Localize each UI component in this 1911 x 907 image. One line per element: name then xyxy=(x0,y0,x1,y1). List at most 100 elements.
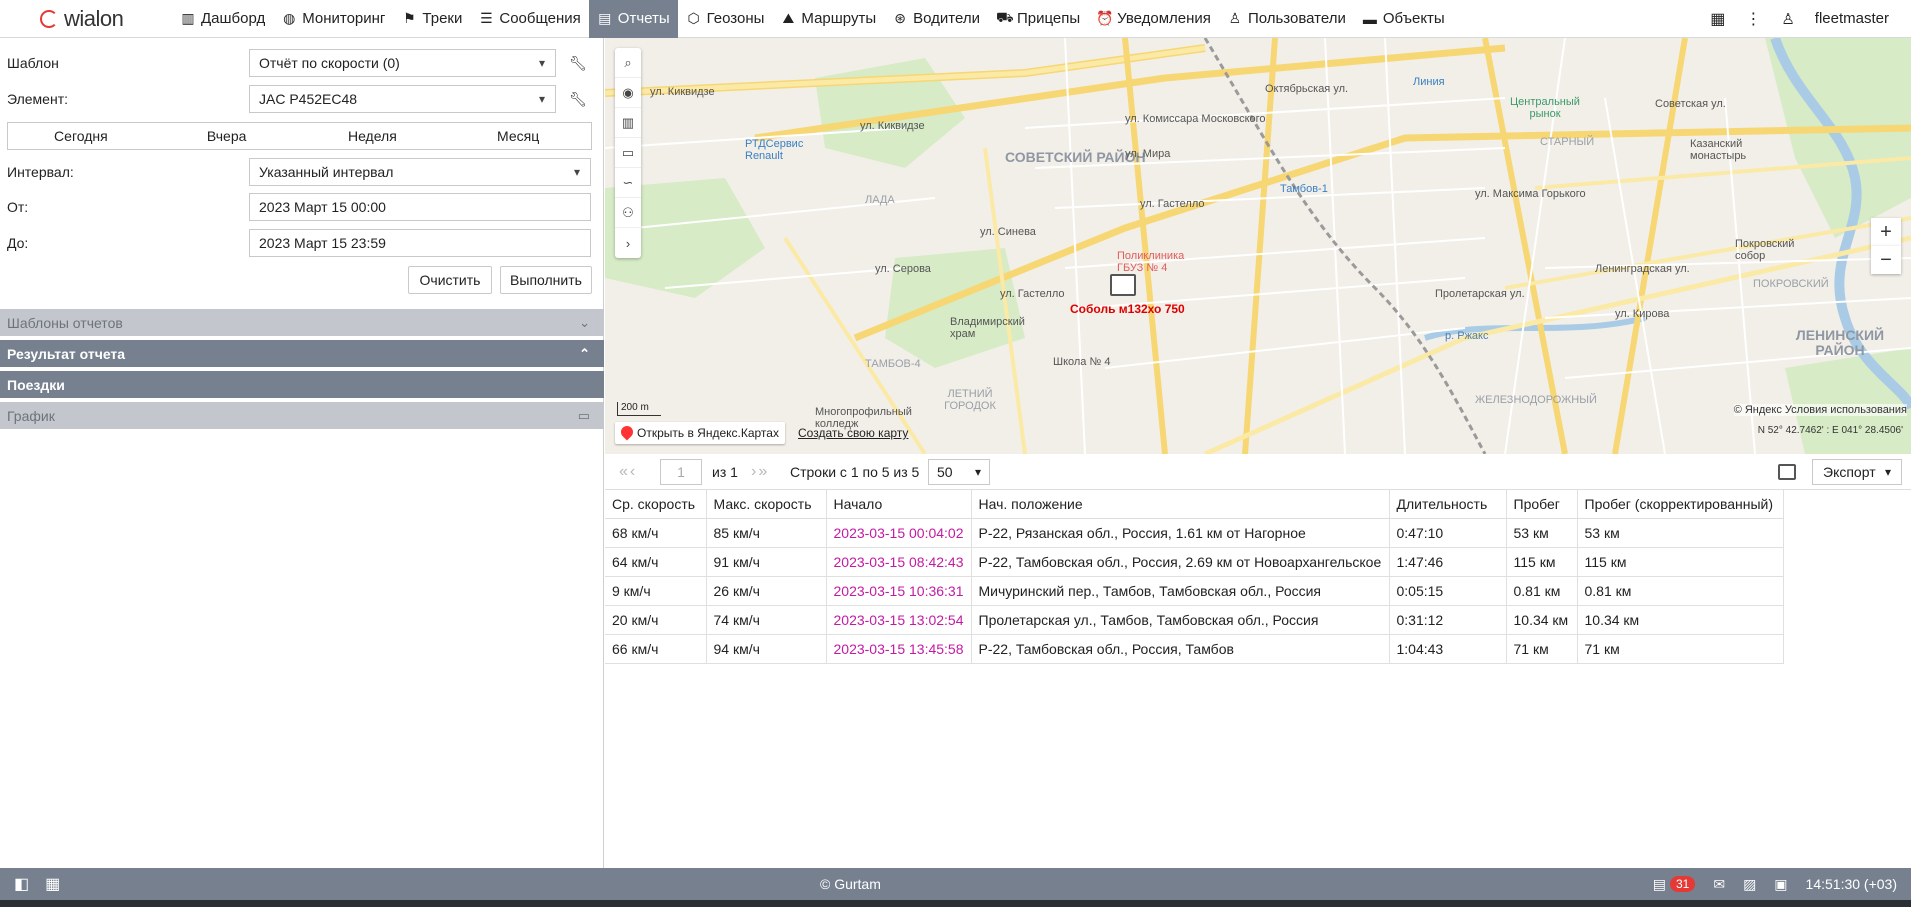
rows-per-page-select[interactable]: 50 ▾ xyxy=(928,458,990,485)
element-wrench-icon[interactable]: 🔧︎ xyxy=(569,91,587,108)
zoom-in-button[interactable]: + xyxy=(1871,218,1901,246)
table-row[interactable]: 64 км/ч 91 км/ч 2023-03-15 08:42:43 Р-22, Т… xyxy=(605,547,1784,577)
grid-layout-icon[interactable]: ▦ xyxy=(45,874,60,894)
trip-start-link[interactable]: 2023-03-15 10:36:31 xyxy=(826,576,972,606)
table-cell: 26 км/ч xyxy=(706,576,827,606)
poi-school[interactable]: Школа № 4 xyxy=(1053,356,1110,368)
messages-icon: ☰ xyxy=(480,10,493,26)
period-button-3[interactable]: Месяц xyxy=(445,123,591,149)
map-search-icon[interactable]: ⌕ xyxy=(615,48,641,78)
to-date-input[interactable]: 2023 Март 15 23:59 xyxy=(249,229,591,257)
id-card-icon[interactable]: ▣ xyxy=(1774,876,1787,893)
period-button-2[interactable]: Неделя xyxy=(300,123,446,149)
chart-section[interactable]: График ▭ xyxy=(0,402,604,429)
image-icon[interactable]: ▨ xyxy=(1743,876,1756,893)
map-visibility-icon[interactable]: ◉ xyxy=(615,78,641,108)
run-button[interactable]: Выполнить xyxy=(500,266,592,294)
poi-station[interactable]: Тамбов-1 xyxy=(1280,183,1328,195)
vehicle-label[interactable]: Соболь м132хо 750 xyxy=(1070,302,1185,316)
username[interactable]: fleetmaster xyxy=(1815,10,1889,27)
map-view[interactable]: СОВЕТСКИЙ РАЙОН ЛЕНИНСКИЙ РАЙОН СТАРНЫЙ … xyxy=(605,38,1911,454)
trips-section[interactable]: Поездки xyxy=(0,371,604,398)
poi-dealer[interactable]: РТДСервис Renault xyxy=(745,138,815,162)
poi-church[interactable]: Владимирский храм xyxy=(950,316,1025,340)
element-row: Элемент: JAC P452EC48 ▾ 🔧︎ xyxy=(0,84,604,114)
interval-value: Указанный интервал xyxy=(259,164,394,180)
template-select[interactable]: Отчёт по скорости (0) ▾ xyxy=(249,49,556,77)
table-cell: Пролетарская ул., Тамбов, Тамбовская обл… xyxy=(971,605,1390,635)
column-header-0[interactable]: Ср. скорость xyxy=(605,490,707,519)
nav-item-1[interactable]: ◍ Мониторинг xyxy=(273,0,393,38)
map-copyright[interactable]: © Яндекс Условия использования xyxy=(1733,404,1907,416)
map-expand-icon[interactable]: › xyxy=(615,228,641,258)
yandex-pin-icon xyxy=(618,423,636,441)
print-icon[interactable] xyxy=(1778,463,1796,480)
nav-item-9[interactable]: ⏰ Уведомления xyxy=(1088,0,1219,38)
interval-select[interactable]: Указанный интервал ▾ xyxy=(249,158,591,186)
poi-polyclinic[interactable]: Поликлиника ГБУЗ № 4 xyxy=(1117,250,1197,274)
trip-start-link[interactable]: 2023-03-15 00:04:02 xyxy=(826,518,972,548)
nav-item-2[interactable]: ⚑ Треки xyxy=(393,0,470,38)
mail-icon[interactable]: ✉ xyxy=(1713,876,1725,893)
user-avatar-icon[interactable]: ♙ xyxy=(1781,10,1794,28)
element-select[interactable]: JAC P452EC48 ▾ xyxy=(249,85,556,113)
period-button-0[interactable]: Сегодня xyxy=(8,123,154,149)
map-layers-icon[interactable]: ▥ xyxy=(615,108,641,138)
vehicle-marker-icon[interactable] xyxy=(1110,274,1136,296)
table-row[interactable]: 20 км/ч 74 км/ч 2023-03-15 13:02:54 Пролета… xyxy=(605,605,1784,635)
nav-item-5[interactable]: ⬡ Геозоны xyxy=(678,0,773,38)
column-header-5[interactable]: Пробег xyxy=(1506,490,1578,519)
clear-button[interactable]: Очистить xyxy=(408,266,492,294)
chevron-down-icon: ▾ xyxy=(538,56,545,70)
column-header-3[interactable]: Нач. положение xyxy=(971,490,1390,519)
from-date-input[interactable]: 2023 Март 15 00:00 xyxy=(249,193,591,221)
page-number-input[interactable]: 1 xyxy=(660,458,702,485)
chart-panel-icon[interactable]: ▭ xyxy=(578,408,590,424)
pager-prev-icon[interactable]: «‹ xyxy=(619,463,637,481)
wialon-logo[interactable]: wialon xyxy=(0,0,172,38)
panel-layout-icon[interactable]: ◧ xyxy=(14,874,29,894)
nav-item-0[interactable]: ▥ Дашборд xyxy=(172,0,273,38)
more-menu-icon[interactable]: ⋮ xyxy=(1745,9,1761,29)
to-label: До: xyxy=(7,235,29,251)
report-templates-section[interactable]: Шаблоны отчетов ⌄ xyxy=(0,309,604,336)
column-header-2[interactable]: Начало xyxy=(826,490,972,519)
poi-store[interactable]: Линия xyxy=(1413,76,1445,88)
template-wrench-icon[interactable]: 🔧︎ xyxy=(569,55,587,72)
map-measure-icon[interactable]: ⚇ xyxy=(615,198,641,228)
table-row[interactable]: 68 км/ч 85 км/ч 2023-03-15 00:04:02 Р-22, Р… xyxy=(605,518,1784,548)
poi-market[interactable]: Центральный рынок xyxy=(1505,96,1585,120)
nav-item-4[interactable]: ▤ Отчеты xyxy=(588,0,678,38)
period-button-1[interactable]: Вчера xyxy=(154,123,300,149)
poi-cathedral[interactable]: Покровский собор xyxy=(1735,238,1795,262)
export-button[interactable]: Экспорт ▾ xyxy=(1812,458,1902,485)
column-header-1[interactable]: Макс. скорость xyxy=(706,490,827,519)
apps-grid-icon[interactable]: ▦ xyxy=(1710,9,1725,29)
notifications-badge[interactable]: 31 xyxy=(1669,876,1696,892)
pager-next-icon[interactable]: ›» xyxy=(751,463,769,481)
map-route-icon[interactable]: ∽ xyxy=(615,168,641,198)
trip-start-link[interactable]: 2023-03-15 13:45:58 xyxy=(826,634,972,664)
nav-item-8[interactable]: ⛟ Прицепы xyxy=(988,0,1088,38)
poi-monastery[interactable]: Казанский монастырь xyxy=(1690,138,1765,162)
bus-icon: ▬ xyxy=(1362,10,1377,27)
create-map-link[interactable]: Создать свою карту xyxy=(798,426,908,440)
map-label: Ленинградская ул. xyxy=(1595,263,1690,275)
notifications-icon[interactable]: ▤ xyxy=(1653,876,1666,893)
nav-item-3[interactable]: ☰ Сообщения xyxy=(470,0,588,38)
report-result-section[interactable]: Результат отчета ⌃ xyxy=(0,340,604,367)
nav-item-6[interactable]: ⛰ Маршруты xyxy=(772,0,884,38)
map-ruler-icon[interactable]: ▭ xyxy=(615,138,641,168)
nav-item-10[interactable]: ♙ Пользователи xyxy=(1219,0,1354,38)
trip-start-link[interactable]: 2023-03-15 08:42:43 xyxy=(826,547,972,577)
column-header-4[interactable]: Длительность xyxy=(1389,490,1507,519)
table-row[interactable]: 9 км/ч 26 км/ч 2023-03-15 10:36:31 Мичуринс… xyxy=(605,576,1784,606)
table-row[interactable]: 66 км/ч 94 км/ч 2023-03-15 13:45:58 Р-22, Т… xyxy=(605,634,1784,664)
reports-icon: ▤ xyxy=(598,10,612,26)
nav-item-7[interactable]: ⊛ Водители xyxy=(884,0,988,38)
trip-start-link[interactable]: 2023-03-15 13:02:54 xyxy=(826,605,972,635)
zoom-out-button[interactable]: − xyxy=(1871,246,1901,274)
column-header-6[interactable]: Пробег (скорректированный) xyxy=(1577,490,1784,519)
open-yandex-maps-button[interactable]: Открыть в Яндекс.Картах xyxy=(615,422,785,444)
nav-item-11[interactable]: ▬ Объекты xyxy=(1354,0,1453,38)
